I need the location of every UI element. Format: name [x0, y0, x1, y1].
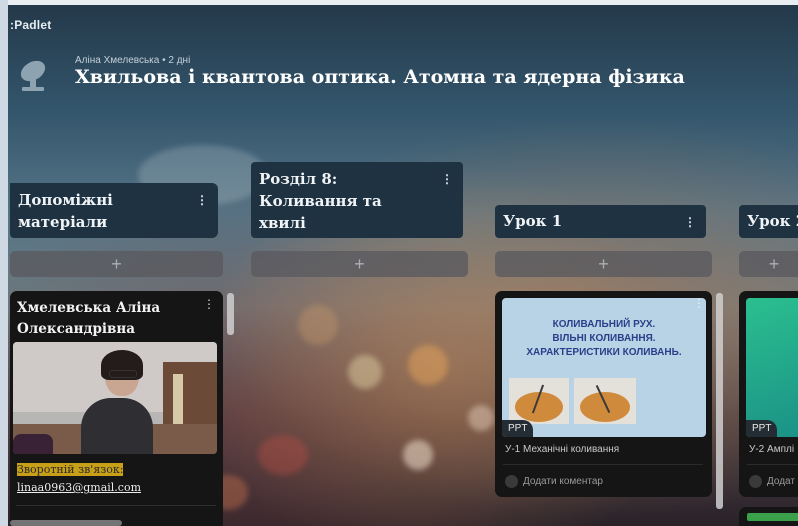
lesson-2-next-card[interactable]: [739, 507, 798, 526]
add-comment-label: Додат: [767, 476, 795, 488]
left-edge: [0, 0, 8, 526]
add-comment[interactable]: Додат: [749, 475, 795, 488]
card-author-name: Хмелевська Аліна Олександрівна: [17, 298, 160, 340]
column-title-line: матеріали: [18, 213, 108, 231]
board-author: Аліна Хмелевська • 2 дні: [75, 55, 191, 66]
commenter-avatar-icon: [749, 475, 762, 488]
lesson-2-card[interactable]: А ч PPT У-2 Амплі Додат: [739, 291, 798, 497]
slide-title: КОЛИВАЛЬНИЙ РУХ. ВІЛЬНІ КОЛИВАННЯ. ХАРАК…: [502, 318, 706, 360]
card-menu-icon[interactable]: ⋮: [203, 297, 215, 311]
bokeh-light: [348, 355, 382, 389]
bokeh-light: [258, 435, 308, 475]
slide-line: ХАРАКТЕРИСТИКИ КОЛИВАНЬ.: [526, 347, 682, 358]
add-comment[interactable]: Додати коментар: [505, 475, 603, 488]
add-comment-label: Додати коментар: [523, 476, 603, 488]
slide-line: ВІЛЬНІ КОЛИВАННЯ.: [552, 333, 656, 344]
bokeh-light: [468, 405, 494, 431]
slide-image: [574, 378, 636, 424]
slide-line: КОЛИВАЛЬНИЙ РУХ.: [552, 319, 656, 330]
file-type-badge: PPT: [746, 420, 778, 437]
padlet-logo[interactable]: :Padlet: [10, 18, 51, 32]
column-scrollbar[interactable]: [227, 293, 234, 335]
divider: [503, 464, 703, 465]
column-menu-icon[interactable]: ⋮: [196, 189, 208, 211]
column-menu-icon[interactable]: ⋮: [441, 168, 453, 190]
add-post-button[interactable]: +: [495, 251, 712, 277]
column-title-line: Розділ 8:: [259, 170, 338, 188]
padlet-window: :Padlet Аліна Хмелевська • 2 дні Хвильов…: [0, 0, 798, 526]
contact-card[interactable]: Хмелевська Аліна Олександрівна ⋮ Зворотн…: [10, 291, 223, 526]
column-scrollbar[interactable]: [716, 293, 723, 509]
author-photo: [13, 342, 217, 454]
email-link[interactable]: linaa0963@gmail.com: [17, 481, 141, 494]
column-title-line: хвилі: [259, 214, 306, 232]
column-header-lesson-1[interactable]: Урок 1 ⋮: [495, 205, 706, 238]
add-post-button[interactable]: +: [739, 251, 798, 277]
bokeh-light: [408, 345, 448, 385]
post-caption[interactable]: У-2 Амплі: [749, 444, 794, 455]
column-header-materials[interactable]: Допоміжні матеріали ⋮: [10, 183, 218, 238]
column-title-line: Урок 2: [747, 212, 798, 230]
slide-preview: А ч PPT: [746, 298, 798, 437]
file-type-badge: PPT: [502, 420, 534, 437]
slide-preview: КОЛИВАЛЬНИЙ РУХ. ВІЛЬНІ КОЛИВАННЯ. ХАРАК…: [502, 298, 706, 437]
add-post-button[interactable]: +: [10, 251, 223, 277]
divider: [747, 464, 798, 465]
card-preview-strip: [747, 513, 798, 521]
name-line: Олександрівна: [17, 321, 136, 337]
column-menu-icon[interactable]: ⋮: [684, 211, 696, 233]
divider: [16, 505, 216, 506]
name-line: Хмелевська Аліна: [17, 300, 161, 316]
bokeh-light: [298, 305, 338, 345]
commenter-avatar-icon: [505, 475, 518, 488]
board-title: Хвильова і квантова оптика. Атомна та яд…: [75, 66, 685, 88]
column-title-line: Допоміжні: [18, 191, 113, 209]
column-header-section-8[interactable]: Розділ 8: Коливання та хвилі ⋮: [251, 162, 463, 238]
post-caption[interactable]: У-1 Механічні коливання: [505, 444, 619, 455]
bokeh-light: [403, 440, 433, 470]
column-header-lesson-2[interactable]: Урок 2: [739, 205, 798, 238]
lesson-1-card[interactable]: КОЛИВАЛЬНИЙ РУХ. ВІЛЬНІ КОЛИВАННЯ. ХАРАК…: [495, 291, 712, 497]
feedback-label: Зворотній зв'язок:: [17, 463, 124, 476]
column-title-line: Урок 1: [503, 212, 563, 230]
add-post-button[interactable]: +: [251, 251, 468, 277]
horizontal-scrollbar[interactable]: [10, 520, 122, 526]
column-title-line: Коливання та: [259, 192, 382, 210]
card-menu-icon[interactable]: ⋮: [693, 296, 705, 310]
satellite-dish-icon: [20, 60, 46, 91]
slide-image: [509, 378, 569, 424]
feedback-label-wrap: Зворотній зв'язок:: [17, 463, 124, 476]
